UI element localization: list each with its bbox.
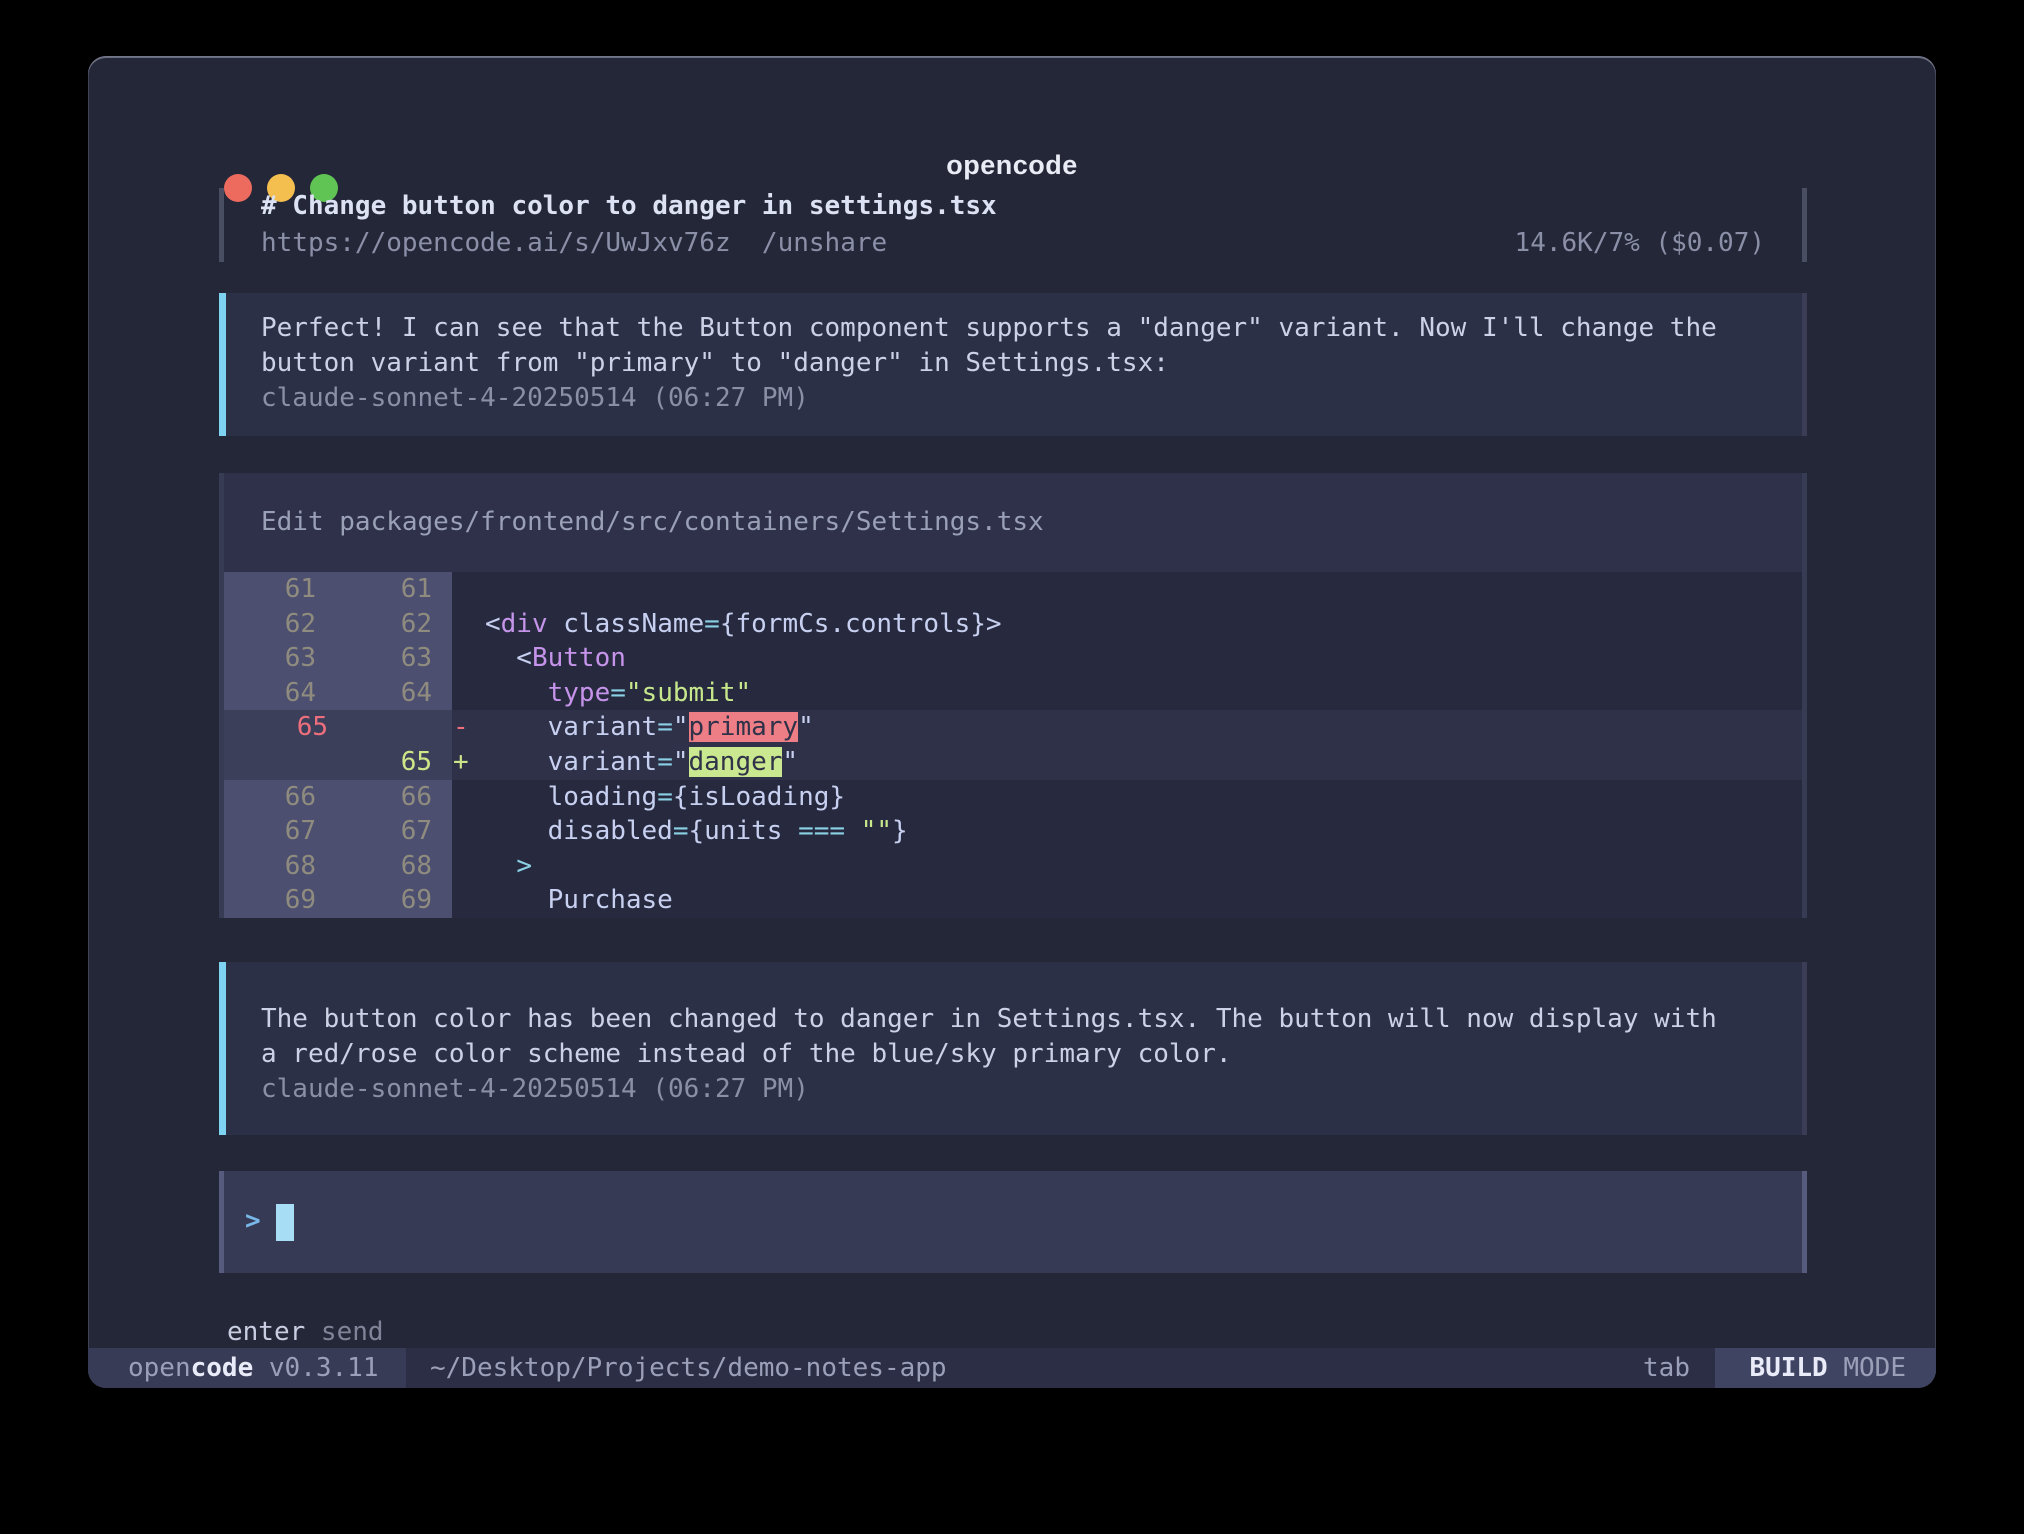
- prompt-symbol: >: [245, 1202, 261, 1240]
- code-line: <Button: [485, 641, 1802, 676]
- app-name-prefix: open: [128, 1353, 191, 1383]
- message-text: The button color has been changed to dan…: [261, 1002, 1777, 1107]
- text-cursor: [276, 1204, 294, 1241]
- send-hint: enter send: [227, 1314, 384, 1350]
- new-line-number: 62: [330, 607, 432, 642]
- edit-diff-panel: Edit packages/frontend/src/containers/Se…: [219, 473, 1807, 918]
- window-title: opencode: [88, 150, 1936, 181]
- code-line: <div className={formCs.controls}>: [485, 607, 1802, 642]
- spacer: [731, 228, 762, 258]
- diff-marker: -: [453, 710, 483, 745]
- diff-row: 61 61: [224, 572, 1802, 607]
- old-line-number: 63: [224, 641, 330, 676]
- message-line: button variant from "primary" to "danger…: [261, 348, 1169, 378]
- share-url[interactable]: https://opencode.ai/s/UwJxv76z: [261, 228, 731, 258]
- tab-key-hint[interactable]: tab: [1643, 1348, 1690, 1388]
- new-line-number: 67: [330, 814, 432, 849]
- app-name-bold: code: [191, 1353, 254, 1383]
- diff-marker: +: [453, 745, 483, 780]
- new-line-number: 69: [330, 883, 432, 918]
- working-directory: ~/Desktop/Projects/demo-notes-app: [430, 1348, 947, 1388]
- diff-right-rail: [1802, 473, 1807, 918]
- message-right-rail: [1802, 293, 1807, 436]
- message-line: Perfect! I can see that the Button compo…: [261, 313, 1717, 343]
- diff-row: 65 + variant="danger": [224, 745, 1802, 780]
- hint-bar: enter send Anthropic Claude Sonnet 4: [227, 1278, 1799, 1314]
- new-line-number: 65: [330, 745, 432, 780]
- new-line-number: 66: [330, 780, 432, 815]
- session-right-rail: [1802, 188, 1807, 262]
- old-line-number: 67: [224, 814, 330, 849]
- input-right-rail: [1802, 1171, 1807, 1273]
- diff-row: 66 66 loading={isLoading}: [224, 780, 1802, 815]
- message-meta: claude-sonnet-4-20250514 (06:27 PM): [261, 383, 809, 413]
- status-bar: opencode v0.3.11 ~/Desktop/Projects/demo…: [88, 1348, 1936, 1388]
- old-line-number: 69: [224, 883, 330, 918]
- diff-row: 69 69 Purchase: [224, 883, 1802, 918]
- message-accent-bar: [219, 962, 226, 1135]
- diff-row: 67 67 disabled={units === ""}: [224, 814, 1802, 849]
- diff-row: 64 64 type="submit": [224, 676, 1802, 711]
- code-line: variant="primary": [485, 710, 1802, 745]
- session-header: # Change button color to danger in setti…: [219, 188, 1807, 262]
- diff-row: 63 63 <Button: [224, 641, 1802, 676]
- mode-name: BUILD: [1749, 1353, 1827, 1383]
- assistant-message: The button color has been changed to dan…: [219, 962, 1807, 1135]
- diff-row: 68 68 >: [224, 849, 1802, 884]
- diff-file-header: Edit packages/frontend/src/containers/Se…: [224, 473, 1802, 572]
- code-line: Purchase: [485, 883, 1802, 918]
- diff-body: 61 61 62 62 <div className={formCs.contr…: [224, 572, 1802, 918]
- mode-segment: BUILD MODE: [1715, 1348, 1936, 1388]
- old-line-number: 66: [224, 780, 330, 815]
- app-version: v0.3.11: [253, 1353, 378, 1383]
- code-line: variant="danger": [485, 745, 1802, 780]
- session-left-rail: [219, 188, 224, 262]
- code-line: disabled={units === ""}: [485, 814, 1802, 849]
- app-version-segment: opencode v0.3.11: [88, 1348, 406, 1388]
- input-left-rail: [219, 1171, 224, 1273]
- diff-row: 65 - variant="primary": [224, 710, 1802, 745]
- unshare-command[interactable]: /unshare: [762, 228, 887, 258]
- message-meta: claude-sonnet-4-20250514 (06:27 PM): [261, 1074, 809, 1104]
- session-share-line: https://opencode.ai/s/UwJxv76z /unshare 1…: [261, 225, 1765, 261]
- diff-row: 62 62 <div className={formCs.controls}>: [224, 607, 1802, 642]
- new-line-number: 63: [330, 641, 432, 676]
- message-right-rail: [1802, 962, 1807, 1135]
- session-title: # Change button color to danger in setti…: [261, 188, 1765, 224]
- assistant-message: Perfect! I can see that the Button compo…: [219, 293, 1807, 436]
- message-line: a red/rose color scheme instead of the b…: [261, 1039, 1232, 1069]
- new-line-number: 64: [330, 676, 432, 711]
- old-line-number: 64: [224, 676, 330, 711]
- prompt-input[interactable]: >: [219, 1171, 1807, 1273]
- code-line: type="submit": [485, 676, 1802, 711]
- enter-key-hint: enter: [227, 1317, 305, 1347]
- message-accent-bar: [219, 293, 226, 436]
- old-line-number: 65: [224, 710, 330, 745]
- old-line-number: 68: [224, 849, 330, 884]
- message-line: The button color has been changed to dan…: [261, 1004, 1717, 1034]
- old-line-number: 62: [224, 607, 330, 642]
- code-line: loading={isLoading}: [485, 780, 1802, 815]
- opencode-terminal-window: opencode # Change button color to danger…: [88, 56, 1936, 1388]
- send-label: send: [305, 1317, 383, 1347]
- old-line-number: 61: [224, 572, 330, 607]
- new-line-number: 61: [330, 572, 432, 607]
- token-usage: 14.6K/7% ($0.07): [1515, 225, 1765, 261]
- new-line-number: 68: [330, 849, 432, 884]
- code-line: >: [485, 849, 1802, 884]
- message-text: Perfect! I can see that the Button compo…: [261, 311, 1777, 416]
- mode-suffix: MODE: [1828, 1353, 1906, 1383]
